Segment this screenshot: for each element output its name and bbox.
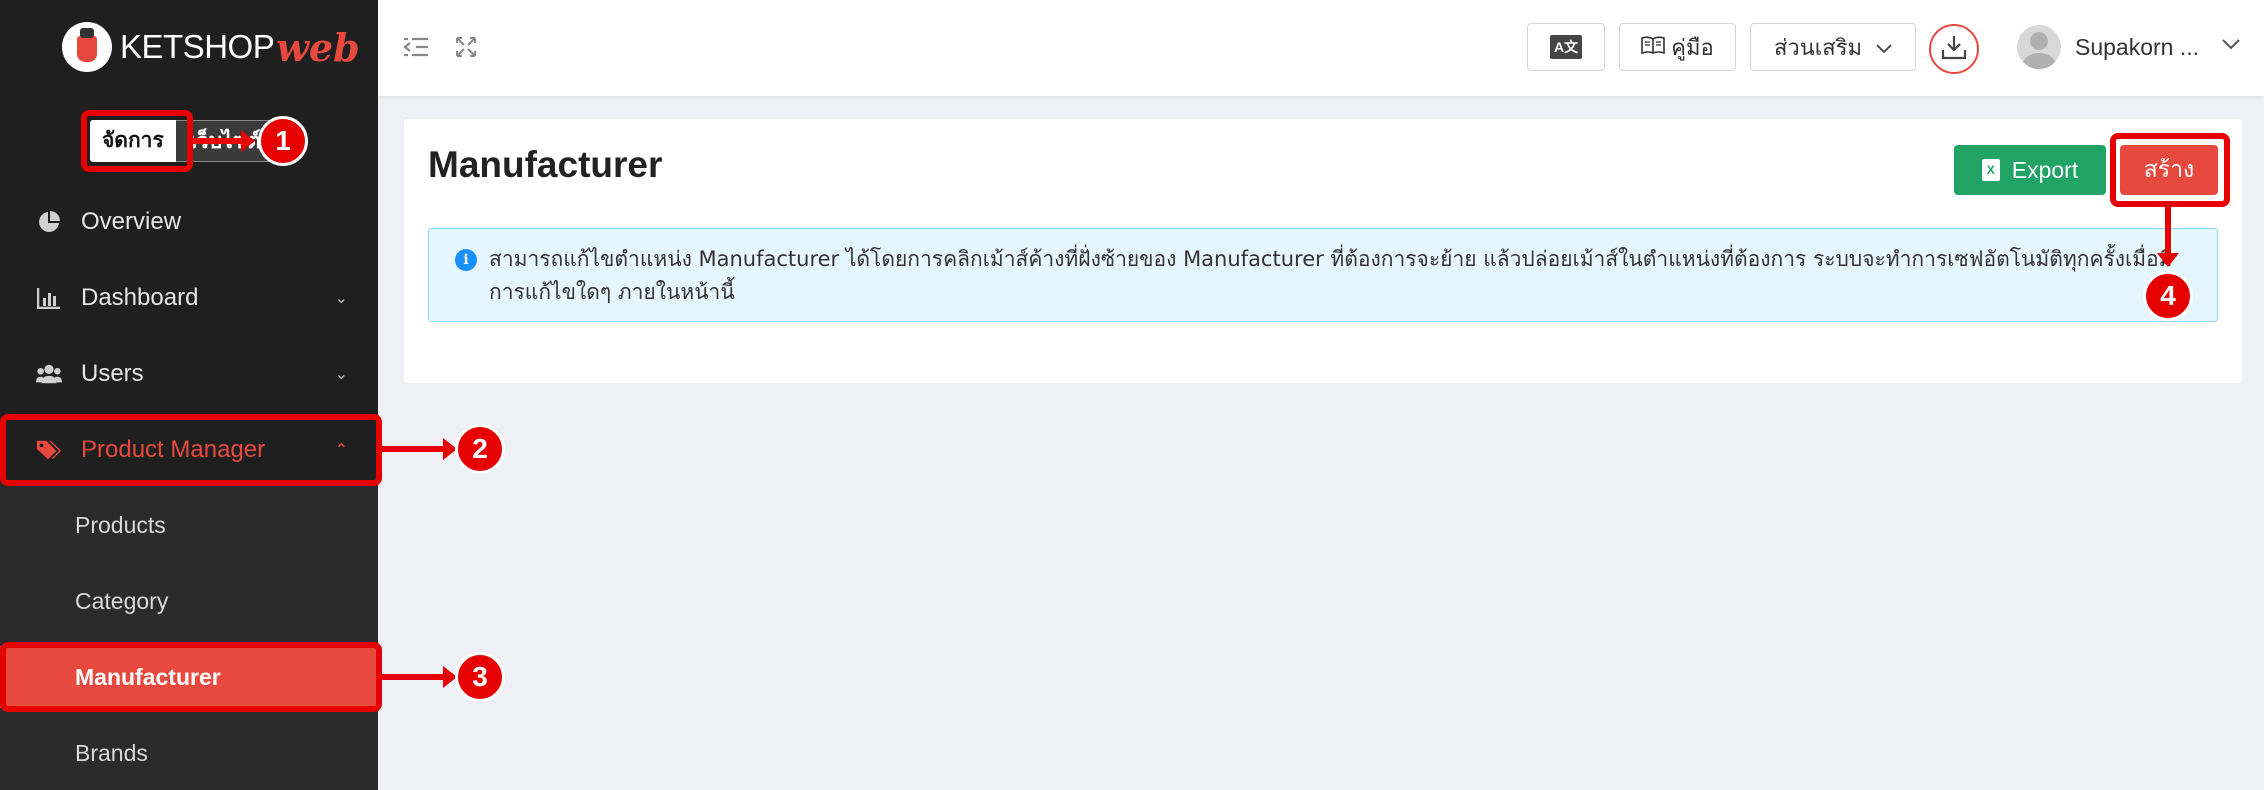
annotation-highlight-1 (81, 110, 193, 172)
addons-label: ส่วนเสริม (1773, 34, 1863, 60)
sidebar-item-users[interactable]: Users ⌄ (0, 344, 378, 404)
brand-name: KETSHOP (120, 28, 275, 65)
sidebar-item-dashboard[interactable]: Dashboard ⌄ (0, 268, 378, 328)
sidebar-subitem-brands[interactable]: Brands (0, 722, 378, 784)
annotation-badge-1: 1 (258, 116, 308, 166)
collapse-menu-icon[interactable] (403, 34, 429, 65)
chevron-down-icon: ⌄ (334, 366, 348, 383)
sidebar-item-label: Overview (81, 208, 182, 235)
brand-suffix: web (276, 24, 360, 70)
sidebar-subitem-products[interactable]: Products (0, 494, 378, 556)
ketshop-logo-icon (62, 22, 112, 72)
info-alert: i สามารถแก้ไขตำแหน่ง Manufacturer ได้โดย… (428, 228, 2218, 322)
translate-icon: A文 (1549, 35, 1583, 59)
avatar[interactable] (2017, 25, 2061, 69)
annotation-arrow-1 (190, 130, 255, 152)
users-icon (36, 361, 62, 387)
manual-label: คู่มือ (1671, 34, 1714, 60)
annotation-arrow-4 (2157, 207, 2179, 267)
chevron-down-icon: ⌄ (334, 290, 348, 307)
download-app-button[interactable] (1929, 24, 1979, 74)
annotation-arrow-2 (382, 438, 457, 460)
download-icon (1940, 33, 1968, 66)
sidebar-subitem-label: Brands (75, 739, 148, 766)
translate-button[interactable]: A文 (1527, 23, 1605, 71)
annotation-arrow-3 (382, 666, 457, 688)
export-button[interactable]: X Export (1954, 145, 2106, 195)
info-icon: i (455, 249, 477, 271)
manual-button[interactable]: คู่มือ (1619, 23, 1736, 71)
chevron-down-icon (1876, 34, 1892, 60)
annotation-badge-3: 3 (455, 652, 505, 702)
page-title: Manufacturer (428, 144, 663, 185)
book-icon (1641, 34, 1666, 60)
pie-chart-icon (36, 209, 62, 235)
fullscreen-icon[interactable] (455, 34, 477, 65)
sidebar-subitem-label: Category (75, 587, 169, 614)
sidebar-subitem-label: Products (75, 511, 166, 538)
annotation-highlight-2 (0, 414, 382, 486)
brand-logo[interactable]: KETSHOP web (62, 22, 360, 72)
bar-chart-icon (36, 285, 62, 311)
info-text: สามารถแก้ไขตำแหน่ง Manufacturer ได้โดยกา… (489, 247, 2173, 304)
sidebar-item-label: Dashboard (81, 284, 199, 311)
export-label: Export (2011, 156, 2079, 183)
addons-dropdown[interactable]: ส่วนเสริม (1750, 23, 1916, 71)
top-header (378, 0, 2264, 96)
sidebar-subitem-category[interactable]: Category (0, 570, 378, 632)
chevron-down-icon[interactable] (2222, 33, 2240, 56)
user-name[interactable]: Supakorn ... (2075, 34, 2199, 61)
annotation-badge-2: 2 (455, 424, 505, 474)
annotation-highlight-3 (0, 642, 382, 712)
sidebar-item-overview[interactable]: Overview (0, 192, 378, 252)
excel-file-icon: X (1981, 159, 2000, 181)
sidebar-item-label: Users (81, 360, 144, 387)
annotation-badge-4: 4 (2143, 271, 2193, 321)
annotation-highlight-4 (2110, 133, 2230, 207)
